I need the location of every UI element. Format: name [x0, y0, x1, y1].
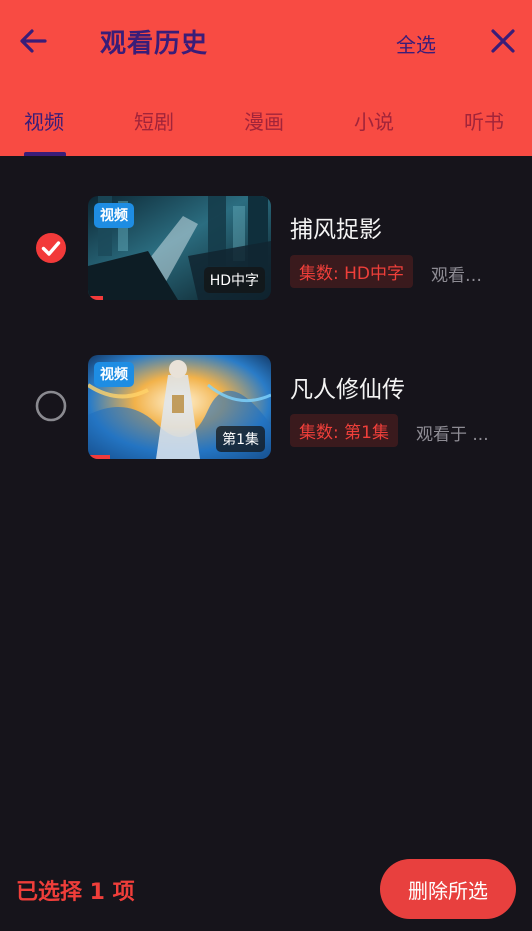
item-title: 捕风捉影 [290, 217, 382, 243]
active-tab-indicator [24, 152, 66, 156]
checked-circle-icon[interactable] [35, 232, 67, 264]
tab-audiobook[interactable]: 听书 [464, 106, 504, 135]
video-thumbnail[interactable]: 视频 HD中字 [88, 196, 271, 300]
selected-count-text: 已选择 1 项 [16, 880, 135, 905]
watched-time-text: 观看于 ... [416, 425, 489, 445]
tab-short-drama[interactable]: 短剧 [134, 106, 174, 135]
tab-video[interactable]: 视频 [24, 106, 64, 135]
list-item[interactable]: 视频 HD中字 捕风捉影 集数: HD中字 观看… [0, 194, 532, 304]
watch-progress-bar [88, 296, 103, 300]
watched-time-text: 观看… [431, 266, 482, 286]
watch-progress-bar [88, 455, 110, 459]
arrow-left-icon[interactable] [16, 24, 50, 58]
tab-comic[interactable]: 漫画 [244, 106, 284, 135]
episode-overlay: 第1集 [216, 426, 265, 452]
item-title: 凡人修仙传 [290, 377, 405, 403]
category-tabs: 视频 短剧 漫画 小说 听书 [0, 100, 532, 156]
delete-selected-button[interactable]: 删除所选 [380, 859, 516, 919]
app-header: 观看历史 全选 视频 短剧 漫画 小说 听书 [0, 0, 532, 156]
page-title: 观看历史 [100, 29, 209, 59]
episode-overlay: HD中字 [203, 267, 265, 293]
video-type-badge: 视频 [94, 362, 134, 387]
close-icon[interactable] [487, 25, 519, 57]
unchecked-circle-icon[interactable] [35, 390, 67, 422]
video-type-badge: 视频 [94, 203, 134, 228]
tab-novel[interactable]: 小说 [354, 106, 394, 135]
select-all-button[interactable]: 全选 [396, 29, 436, 58]
episode-tag: 集数: 第1集 [290, 414, 398, 447]
list-item[interactable]: 视频 第1集 凡人修仙传 集数: 第1集 观看于 ... [0, 352, 532, 462]
video-thumbnail[interactable]: 视频 第1集 [88, 355, 271, 459]
episode-tag: 集数: HD中字 [290, 255, 414, 288]
